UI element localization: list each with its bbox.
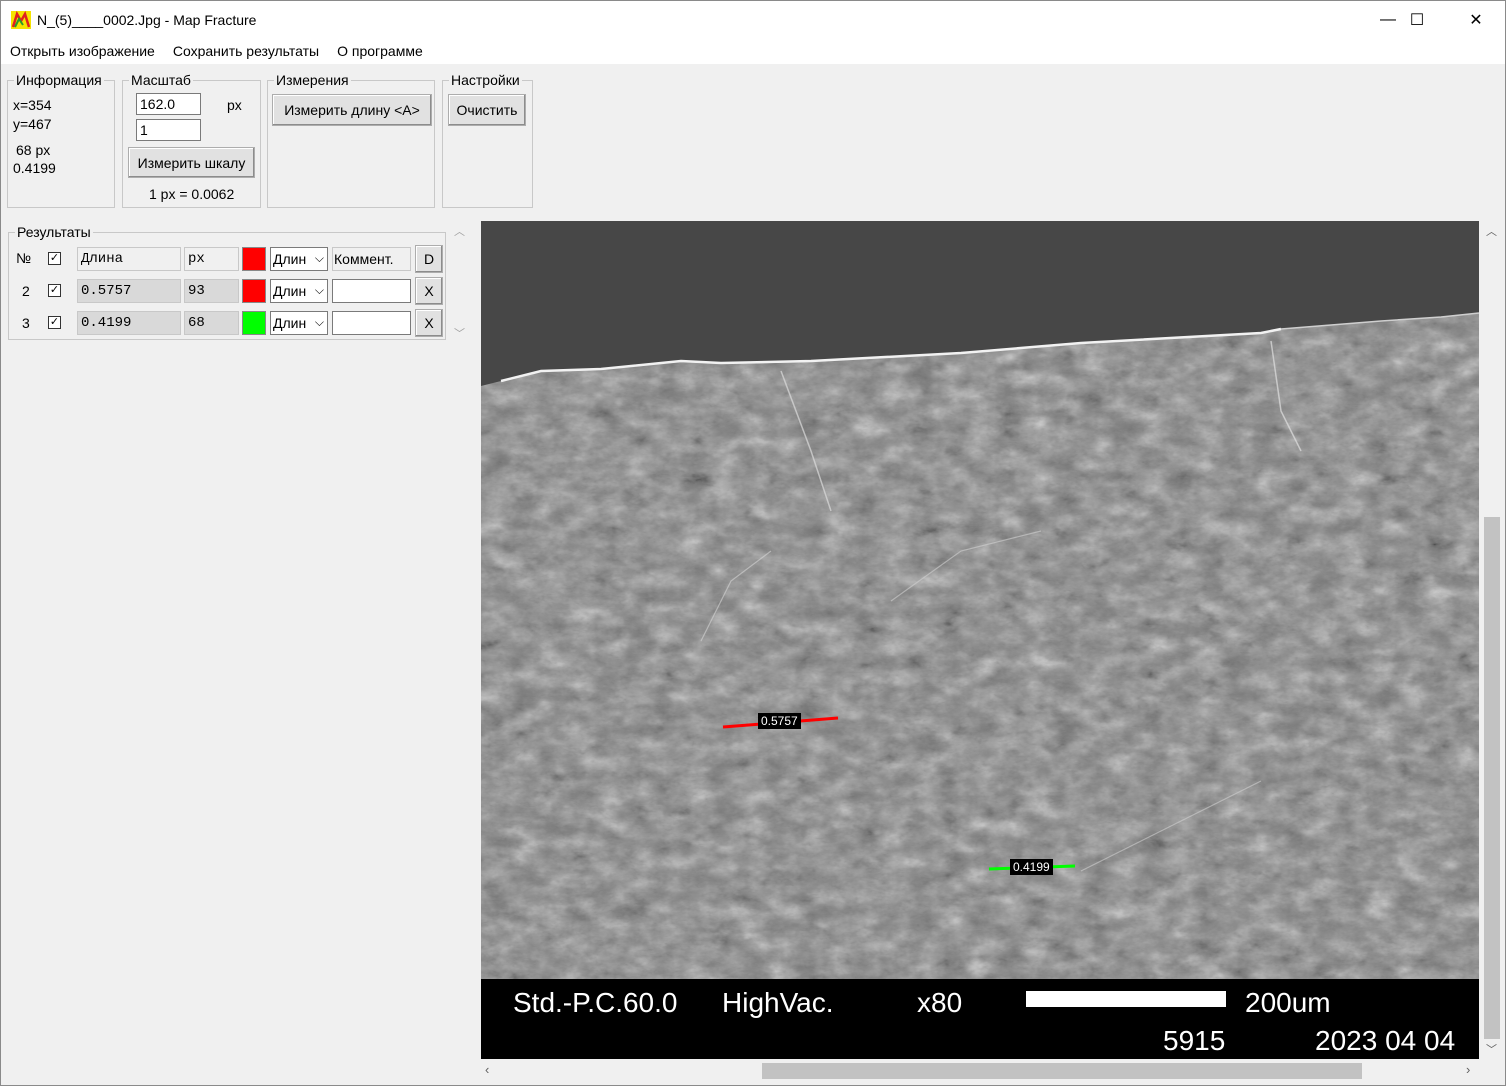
measure-length-button[interactable]: Измерить длину <A> [272,94,432,126]
scroll-up-icon[interactable]: ︿ [1486,223,1497,239]
result-row-delete-button[interactable]: X [415,309,443,337]
result-row-color-swatch[interactable] [242,311,266,335]
result-row-length: 0.4199 [77,311,181,335]
scale-group: Масштаб px Измерить шкалу 1 px = 0.0062 [122,72,261,208]
sem-vacuum: HighVac. [722,987,834,1018]
settings-legend: Настройки [449,72,522,88]
info-value: 0.4199 [13,160,56,176]
result-row-length: 0.5757 [77,279,181,303]
clear-button[interactable]: Очистить [448,94,526,126]
results-delete-all-button[interactable]: D [415,245,443,273]
close-icon: ✕ [1469,12,1483,29]
info-px: 68 px [16,142,51,158]
scroll-left-icon[interactable]: ‹ [485,1062,489,1077]
sem-scale-label: 200um [1245,987,1331,1018]
measurements-legend: Измерения [274,72,351,88]
scroll-right-icon[interactable]: › [1466,1062,1470,1077]
scale-px-input[interactable] [136,93,201,115]
scale-px-unit: px [227,97,242,113]
result-row-color-swatch[interactable] [242,279,266,303]
sem-info-bar: Std.-P.C.60.0 HighVac. x80 200um 5915 20… [481,979,1479,1059]
vertical-scroll-thumb[interactable] [1484,517,1500,1039]
measure-label-red: 0.5757 [758,713,801,729]
results-header-checkbox[interactable]: ✓ [48,252,61,265]
maximize-icon: ☐ [1409,12,1425,29]
result-row-type-select[interactable]: Длин ⌵ [270,311,328,335]
maximize-button[interactable]: ☐ [1388,1,1446,39]
results-header-type-select[interactable]: Длин ⌵ [270,247,328,271]
app-icon [11,11,31,29]
scale-ratio: 1 px = 0.0062 [149,186,235,202]
scroll-down-icon[interactable]: ﹀ [1486,1041,1497,1057]
sem-number: 5915 [1163,1025,1226,1056]
sem-scale-bar [1026,991,1226,1007]
scale-real-input[interactable] [136,119,201,141]
result-row-checkbox[interactable]: ✓ [48,284,61,297]
result-row-px: 93 [184,279,239,303]
sem-magnification: x80 [917,987,963,1018]
close-button[interactable]: ✕ [1447,1,1505,39]
settings-group: Настройки Очистить [442,72,533,208]
results-header-comment: Коммент. [332,247,411,271]
results-header-color-swatch[interactable] [242,247,266,271]
info-group: Информация x=354 y=467 68 px 0.4199 [7,72,115,208]
cursor-y: y=467 [13,116,52,132]
result-row-comment-input[interactable] [332,311,411,335]
chevron-down-icon: ⌵ [314,315,324,329]
result-row-num: 3 [22,315,30,331]
info-legend: Информация [14,72,104,88]
result-row-num: 2 [22,283,30,299]
chevron-down-icon: ⌵ [314,283,324,297]
result-row-type-select[interactable]: Длин ⌵ [270,279,328,303]
results-header-px: px [184,247,239,271]
results-header-length: Длина [77,247,181,271]
result-row-checkbox[interactable]: ✓ [48,316,61,329]
result-row-comment-input[interactable] [332,279,411,303]
sem-date: 2023 04 04 [1315,1025,1456,1056]
results-scroll-down-icon[interactable]: ﹀ [454,325,465,341]
sem-mode: Std.-P.C.60.0 [513,987,678,1018]
menu-save-results[interactable]: Сохранить результаты [164,39,328,64]
sem-image [481,221,1479,979]
results-header-num: № [16,250,32,266]
chevron-down-icon: ⌵ [314,251,324,265]
result-row-type-label: Длин [273,315,307,331]
results-group: Результаты № ✓ Длина px Длин ⌵ Коммент. D… [8,224,446,340]
cursor-x: x=354 [13,97,52,113]
result-row-px: 68 [184,311,239,335]
results-scroll-up-icon[interactable]: ︿ [454,223,465,239]
title-bar: N_(5)____0002.Jpg - Map Fracture — ☐ ✕ [1,1,1505,39]
scale-legend: Масштаб [129,72,193,88]
menu-open-image[interactable]: Открыть изображение [1,39,164,64]
measure-scale-button[interactable]: Измерить шкалу [128,147,255,178]
measure-label-green: 0.4199 [1010,859,1053,875]
menu-about[interactable]: О программе [328,39,432,64]
measurements-group: Измерения Измерить длину <A> [267,72,435,208]
menu-bar: Открыть изображение Сохранить результаты… [1,39,1505,64]
viewer-horizontal-scrollbar[interactable]: ‹ › [481,1061,1479,1081]
image-viewer[interactable]: 0.5757 0.4199 Std.-P.C.60.0 HighVac. x80… [481,221,1479,1059]
app-window: N_(5)____0002.Jpg - Map Fracture — ☐ ✕ О… [0,0,1506,1086]
window-title: N_(5)____0002.Jpg - Map Fracture [37,12,257,28]
result-row-type-label: Длин [273,283,307,299]
result-row-delete-button[interactable]: X [415,277,443,305]
horizontal-scroll-thumb[interactable] [762,1063,1362,1079]
viewer-vertical-scrollbar[interactable]: ︿ ﹀ [1481,221,1503,1059]
results-legend: Результаты [15,224,93,240]
results-header-type-label: Длин [273,251,307,267]
